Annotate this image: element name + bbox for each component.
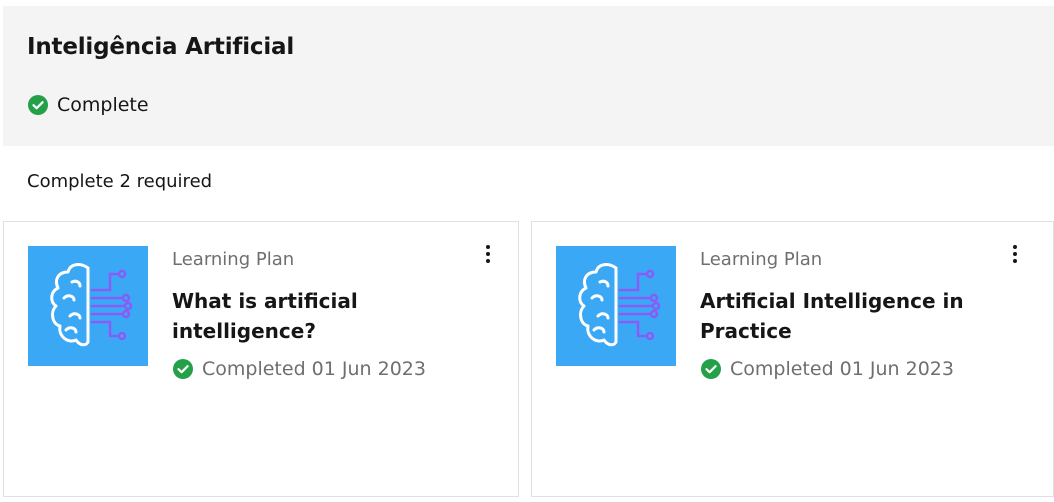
card-status-label: Completed 01 Jun 2023 bbox=[730, 358, 954, 380]
page-title: Inteligência Artificial bbox=[27, 34, 295, 60]
check-circle-icon bbox=[701, 359, 721, 379]
header-panel: Inteligência Artificial Complete bbox=[3, 6, 1054, 146]
check-circle-icon bbox=[28, 95, 48, 115]
learning-plan-card[interactable]: Learning Plan Artificial Intelligence in… bbox=[531, 221, 1054, 497]
card-status: Completed 01 Jun 2023 bbox=[173, 358, 426, 380]
card-type-label: Learning Plan bbox=[172, 249, 295, 270]
requirement-text: Complete 2 required bbox=[27, 171, 213, 192]
card-type-label: Learning Plan bbox=[700, 249, 823, 270]
card-title[interactable]: Artificial Intelligence in Practice bbox=[700, 286, 1000, 346]
ai-brain-icon bbox=[556, 246, 676, 366]
card-status: Completed 01 Jun 2023 bbox=[701, 358, 954, 380]
card-status-label: Completed 01 Jun 2023 bbox=[202, 358, 426, 380]
completion-status: Complete bbox=[28, 94, 149, 116]
overflow-menu-icon[interactable] bbox=[476, 242, 500, 266]
check-circle-icon bbox=[173, 359, 193, 379]
card-title[interactable]: What is artificial intelligence? bbox=[172, 286, 472, 346]
status-label: Complete bbox=[57, 94, 149, 116]
learning-plan-card[interactable]: Learning Plan What is artificial intelli… bbox=[3, 221, 519, 497]
overflow-menu-icon[interactable] bbox=[1003, 242, 1027, 266]
ai-brain-icon bbox=[28, 246, 148, 366]
